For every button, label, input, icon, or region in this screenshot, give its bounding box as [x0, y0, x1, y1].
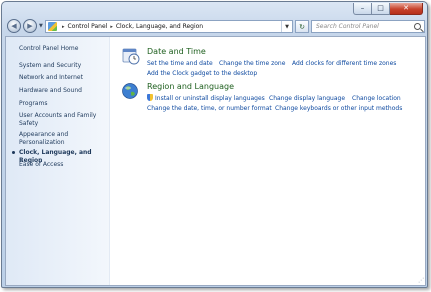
current-page-bullet [12, 151, 15, 154]
forward-button[interactable]: ▶ [23, 19, 37, 33]
add-clocks-link[interactable]: Add clocks for different time zones [292, 60, 396, 67]
breadcrumb-separator[interactable]: ▸ [110, 24, 113, 30]
caption-buttons: – □ ✕ [353, 3, 423, 15]
address-bar[interactable]: ▸ Control Panel ▸ Clock, Language, and R… [45, 20, 293, 33]
install-languages-link[interactable]: Install or uninstall display languages [155, 95, 265, 102]
change-display-language-link[interactable]: Change display language [269, 95, 345, 102]
maximize-button[interactable]: □ [372, 3, 390, 15]
globe-icon [122, 83, 138, 99]
close-button[interactable]: ✕ [390, 3, 423, 15]
search-input[interactable]: Search Control Panel [311, 20, 425, 33]
back-button[interactable]: ◀ [7, 19, 21, 33]
minimize-button[interactable]: – [353, 3, 372, 15]
sidebar-item-ease-of-access[interactable]: Ease of Access [19, 161, 109, 169]
shield-icon [147, 94, 153, 101]
sidebar: Control Panel Home System and Security N… [6, 37, 110, 285]
content-area: Control Panel Home System and Security N… [5, 36, 426, 286]
refresh-button[interactable]: ↻ [295, 20, 309, 33]
navigation-bar: ◀ ▶ ▼ ▸ Control Panel ▸ Clock, Language,… [5, 18, 426, 35]
control-panel-icon [48, 22, 57, 31]
recent-pages-dropdown[interactable]: ▼ [39, 23, 43, 29]
change-location-link[interactable]: Change location [352, 95, 401, 102]
date-time-title[interactable]: Date and Time [147, 47, 206, 56]
sidebar-item-system-security[interactable]: System and Security [19, 62, 109, 70]
set-time-date-link[interactable]: Set the time and date [147, 60, 213, 67]
breadcrumb-control-panel[interactable]: Control Panel [68, 23, 108, 30]
add-clock-gadget-link[interactable]: Add the Clock gadget to the desktop [147, 70, 257, 77]
change-keyboards-link[interactable]: Change keyboards or other input methods [275, 105, 402, 112]
address-dropdown-button[interactable]: ▼ [281, 21, 292, 32]
change-format-link[interactable]: Change the date, time, or number format [147, 105, 272, 112]
search-icon[interactable] [414, 23, 421, 30]
breadcrumb-clock-language-region[interactable]: Clock, Language, and Region [116, 23, 203, 30]
sidebar-item-hardware-sound[interactable]: Hardware and Sound [19, 87, 109, 95]
resize-grip-icon[interactable]: ⋰ [418, 277, 424, 284]
sidebar-home-link[interactable]: Control Panel Home [19, 45, 109, 53]
change-time-zone-link[interactable]: Change the time zone [219, 60, 285, 67]
sidebar-item-user-accounts[interactable]: User Accounts and Family Safety [19, 112, 105, 128]
control-panel-window: – □ ✕ ◀ ▶ ▼ ▸ Control Panel ▸ Clock, Lan… [1, 1, 428, 288]
sidebar-item-appearance[interactable]: Appearance and Personalization [19, 131, 99, 147]
search-placeholder: Search Control Panel [316, 23, 379, 30]
region-language-title[interactable]: Region and Language [147, 82, 234, 91]
breadcrumb-root-arrow[interactable]: ▸ [62, 24, 65, 30]
sidebar-item-programs[interactable]: Programs [19, 100, 109, 108]
sidebar-item-network-internet[interactable]: Network and Internet [19, 74, 109, 82]
clock-calendar-icon [122, 48, 140, 65]
